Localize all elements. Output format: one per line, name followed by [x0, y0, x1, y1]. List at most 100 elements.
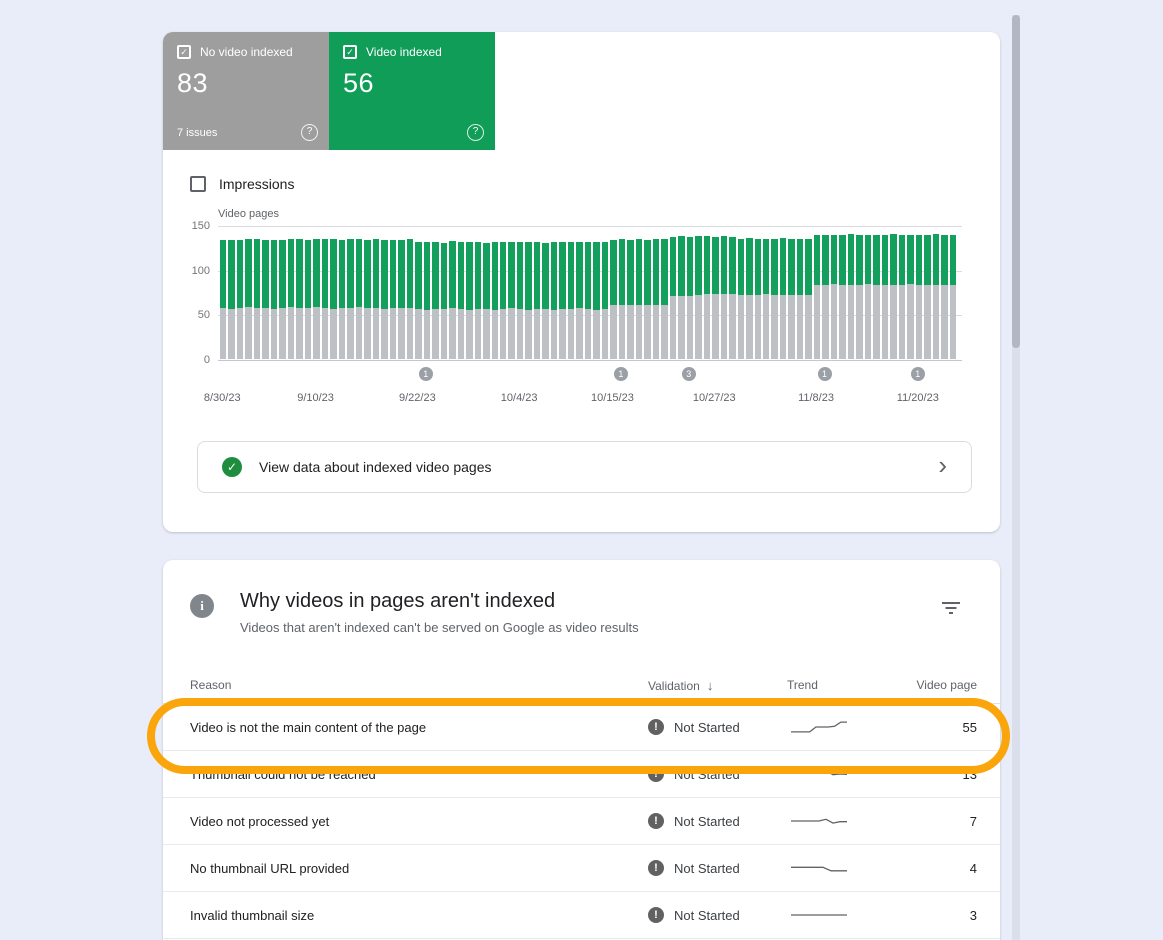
annotation-badge[interactable]: 1	[818, 367, 832, 381]
section-title: Why videos in pages aren't indexed	[240, 590, 938, 613]
bar-segment	[593, 242, 599, 359]
bar-segment	[585, 242, 591, 359]
bar-segment	[763, 239, 769, 359]
bar-segment	[305, 240, 311, 359]
bar-segment	[839, 235, 845, 359]
x-axis-label: 10/27/23	[693, 392, 736, 404]
bar-segment	[330, 239, 336, 359]
video-pages-count: 3	[907, 908, 977, 923]
bar-segment	[220, 240, 226, 359]
bar-segment	[890, 234, 896, 359]
bar-segment	[322, 239, 328, 359]
bar-segment	[483, 243, 489, 359]
bar-segment	[458, 242, 464, 359]
bar-segment	[822, 235, 828, 359]
check-circle-icon: ✓	[222, 457, 242, 477]
bar-segment	[441, 243, 447, 359]
y-axis-title: Video pages	[218, 208, 962, 220]
metric-tile-indexed[interactable]: ✓ Video indexed 56 ?	[329, 32, 495, 150]
bar-segment	[576, 242, 582, 359]
help-icon[interactable]: ?	[467, 124, 484, 141]
trend-sparkline	[787, 905, 851, 925]
bar-segment	[398, 240, 404, 359]
reasons-table: Reason Validation↓ Trend Video page Vide…	[163, 667, 1000, 939]
bar-segment	[712, 237, 718, 359]
bar-segment	[508, 242, 514, 359]
scrollbar-thumb[interactable]	[1012, 15, 1020, 348]
table-row[interactable]: Video not processed yet !Not Started 7	[163, 798, 1000, 845]
chevron-right-icon: ›	[938, 455, 947, 475]
trend-sparkline	[787, 764, 851, 784]
header-validation[interactable]: Validation↓	[648, 678, 787, 693]
bar-segment	[755, 239, 761, 359]
validation-status: Not Started	[674, 814, 740, 829]
view-data-label: View data about indexed video pages	[259, 459, 921, 475]
x-axis-label: 8/30/23	[204, 392, 241, 404]
table-row[interactable]: Invalid thumbnail size !Not Started 3	[163, 892, 1000, 939]
stacked-bar-chart: Video pages 150 100 50 0 11311 8/30/239/…	[218, 208, 962, 407]
why-not-indexed-card: i Why videos in pages aren't indexed Vid…	[163, 560, 1000, 940]
video-indexing-summary-card: ✓ No video indexed 83 7 issues ? ✓ Video…	[163, 32, 1000, 532]
x-axis-label: 9/22/23	[399, 392, 436, 404]
checkbox-checked-icon[interactable]: ✓	[177, 45, 191, 59]
bar-segment	[856, 235, 862, 359]
bar-segment	[568, 242, 574, 359]
annotation-badge[interactable]: 1	[614, 367, 628, 381]
bar-segment	[627, 240, 633, 359]
x-axis-labels-row: 8/30/239/10/239/22/2310/4/2310/15/2310/2…	[218, 392, 956, 407]
annotation-badge[interactable]: 3	[682, 367, 696, 381]
bar-segment	[356, 239, 362, 359]
bar-segment	[644, 240, 650, 359]
help-icon[interactable]: ?	[301, 124, 318, 141]
header-reason: Reason	[190, 678, 648, 692]
bar-segment	[279, 240, 285, 359]
video-pages-count: 13	[907, 767, 977, 782]
bar-segment	[415, 242, 421, 359]
metric-tile-not-indexed[interactable]: ✓ No video indexed 83 7 issues ?	[163, 32, 329, 150]
x-axis-label: 11/8/23	[798, 392, 834, 404]
y-tick-label: 0	[172, 354, 210, 366]
x-axis-label: 11/20/23	[897, 392, 939, 404]
bar-segment	[517, 242, 523, 359]
bar-segment	[542, 243, 548, 359]
bar-segment	[262, 240, 268, 359]
chart-plot-area: 150 100 50 0	[218, 226, 962, 360]
bar-segment	[390, 240, 396, 359]
bar-segment	[500, 242, 506, 359]
view-data-link[interactable]: ✓ View data about indexed video pages ›	[197, 441, 972, 493]
checkbox-unchecked-icon[interactable]	[190, 176, 206, 192]
bar-segment	[805, 239, 811, 359]
bar-segment	[551, 242, 557, 359]
filter-icon[interactable]	[938, 598, 964, 624]
bar-segment	[492, 242, 498, 359]
header-trend: Trend	[787, 678, 907, 692]
section-subtitle: Videos that aren't indexed can't be serv…	[240, 620, 938, 635]
tile-issues-count: 7 issues	[177, 127, 217, 139]
bar-segment	[245, 239, 251, 359]
table-row[interactable]: Video is not the main content of the pag…	[163, 704, 1000, 751]
annotation-badge[interactable]: 1	[419, 367, 433, 381]
table-row[interactable]: No thumbnail URL provided !Not Started 4	[163, 845, 1000, 892]
bar-segment	[228, 240, 234, 359]
impressions-label: Impressions	[219, 176, 294, 192]
bar-segment	[797, 239, 803, 359]
bar-segment	[237, 240, 243, 359]
tile-value: 83	[177, 68, 315, 99]
trend-sparkline	[787, 858, 851, 878]
bar-segment	[729, 237, 735, 359]
header-video-pages: Video page	[907, 678, 977, 692]
bar-segment	[941, 235, 947, 359]
annotation-badge[interactable]: 1	[911, 367, 925, 381]
bar-segment	[695, 236, 701, 359]
video-pages-count: 4	[907, 861, 977, 876]
reason-cell: Invalid thumbnail size	[190, 908, 648, 923]
tile-value: 56	[343, 68, 481, 99]
bar-segment	[475, 242, 481, 359]
video-indexing-report-page: ✓ No video indexed 83 7 issues ? ✓ Video…	[0, 0, 1163, 940]
impressions-checkbox[interactable]: Impressions	[190, 176, 294, 192]
checkbox-checked-icon[interactable]: ✓	[343, 45, 357, 59]
bar-segment	[407, 239, 413, 359]
x-axis-label: 9/10/23	[297, 392, 334, 404]
bar-segment	[466, 242, 472, 359]
table-row[interactable]: Thumbnail could not be reached !Not Star…	[163, 751, 1000, 798]
